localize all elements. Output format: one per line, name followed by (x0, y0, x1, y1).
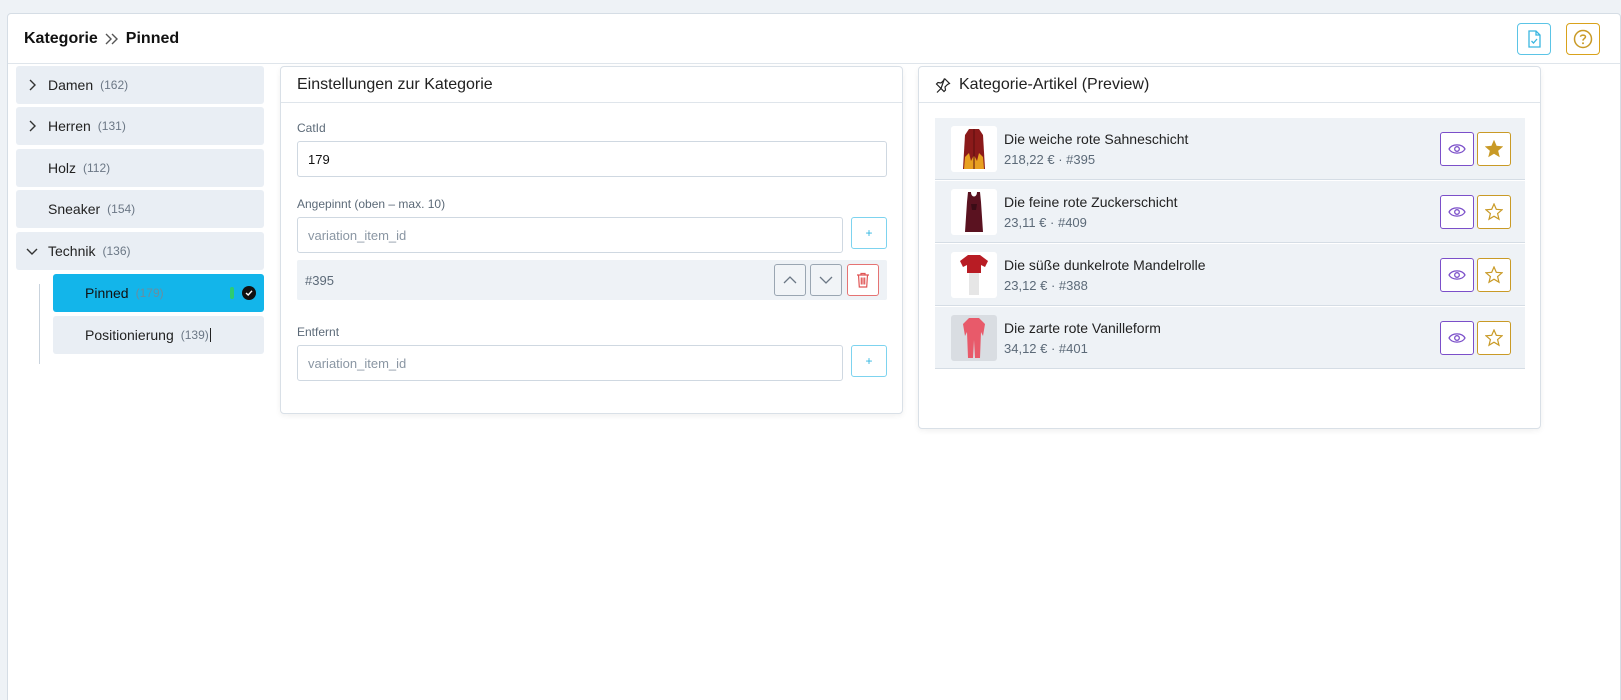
check-circle-icon (242, 286, 256, 300)
tree-child-positionierung[interactable]: Positionierung (139) (53, 316, 264, 354)
list-item: Die feine rote Zuckerschicht 23,11 € · #… (935, 181, 1525, 243)
preview-panel: Kategorie-Artikel (Preview) Die weiche r… (918, 66, 1541, 429)
breadcrumb-parent[interactable]: Kategorie (24, 30, 98, 48)
product-meta: 23,11 € · #409 (1004, 215, 1087, 230)
product-name: Die süße dunkelrote Mandelrolle (1004, 257, 1206, 273)
star-button[interactable] (1477, 258, 1511, 292)
eye-icon (1448, 270, 1466, 280)
tree-node-count: (112) (83, 161, 111, 175)
product-name: Die zarte rote Vanilleform (1004, 320, 1161, 336)
tree-child-count: (179) (135, 286, 164, 300)
chevron-down-icon[interactable] (24, 243, 40, 259)
settings-title: Einstellungen zur Kategorie (281, 67, 902, 103)
view-button[interactable] (1440, 132, 1474, 166)
jumpsuit-image (963, 318, 985, 358)
preview-header: Kategorie-Artikel (Preview) (919, 67, 1540, 103)
tree-child-label: Positionierung (85, 327, 174, 343)
tree-node-label: Damen (48, 77, 94, 93)
page-header: Kategorie Pinned (8, 14, 1620, 64)
eye-icon (1448, 144, 1466, 154)
product-meta: 218,22 € · #395 (1004, 152, 1096, 167)
tree-child-label: Pinned (85, 285, 129, 301)
help-button[interactable] (1566, 23, 1600, 55)
tree-node-technik[interactable]: Technik (136) (16, 232, 264, 270)
tree-node-label: Technik (48, 243, 96, 259)
star-button[interactable] (1477, 321, 1511, 355)
tree-node-count: (136) (102, 244, 131, 258)
star-button[interactable] (1477, 132, 1511, 166)
product-meta: 23,12 € · #388 (1004, 278, 1088, 293)
document-check-icon (1528, 30, 1541, 48)
chevron-right-icon[interactable] (24, 118, 40, 134)
add-removed-button[interactable]: + (851, 345, 887, 377)
question-circle-icon (1573, 29, 1593, 49)
tree-node-holz[interactable]: Holz (112) (16, 149, 264, 187)
removed-input[interactable]: variation_item_id (297, 345, 843, 381)
pinned-input[interactable]: variation_item_id (297, 217, 843, 253)
pinned-item-id: #395 (305, 272, 334, 288)
catid-field[interactable]: 179 (297, 141, 887, 177)
breadcrumb-separator-icon (104, 33, 120, 45)
chevron-down-icon (819, 276, 833, 284)
catid-label: CatId (297, 121, 326, 135)
product-thumbnail (951, 252, 997, 298)
star-outline-icon (1485, 203, 1503, 221)
pinned-label: Angepinnt (oben – max. 10) (297, 197, 446, 211)
cropped-shirt-image (960, 255, 988, 295)
star-filled-icon (1485, 140, 1503, 158)
product-name: Die feine rote Zuckerschicht (1004, 194, 1178, 210)
pinned-item-row: #395 (297, 260, 887, 300)
product-meta: 34,12 € · #401 (1004, 341, 1088, 356)
view-button[interactable] (1440, 258, 1474, 292)
eye-icon (1448, 333, 1466, 343)
product-thumbnail (951, 126, 997, 172)
status-indicator (230, 287, 234, 299)
product-name: Die weiche rote Sahneschicht (1004, 131, 1189, 147)
tree-node-label: Holz (48, 160, 77, 176)
pin-icon (935, 77, 951, 93)
text-cursor (209, 328, 211, 342)
chevron-up-icon (783, 276, 797, 284)
tree-guide-line (39, 284, 40, 364)
move-down-button[interactable] (810, 264, 842, 296)
view-button[interactable] (1440, 321, 1474, 355)
view-button[interactable] (1440, 195, 1474, 229)
tree-child-pinned[interactable]: Pinned (179) (53, 274, 264, 312)
robe-image (963, 129, 985, 169)
tree-node-herren[interactable]: Herren (131) (16, 107, 264, 145)
tree-node-sneaker[interactable]: Sneaker (154) (16, 190, 264, 228)
tree-node-count: (162) (100, 78, 129, 92)
preview-title: Kategorie-Artikel (Preview) (959, 75, 1150, 93)
eye-icon (1448, 207, 1466, 217)
document-check-button[interactable] (1517, 23, 1551, 55)
product-thumbnail (951, 315, 997, 361)
list-item: Die süße dunkelrote Mandelrolle 23,12 € … (935, 244, 1525, 306)
list-item: Die weiche rote Sahneschicht 218,22 € · … (935, 118, 1525, 180)
chevron-right-icon[interactable] (24, 77, 40, 93)
breadcrumb: Kategorie Pinned (24, 30, 179, 48)
product-thumbnail (951, 189, 997, 235)
trash-icon (857, 272, 869, 288)
tree-node-label: Herren (48, 118, 91, 134)
tree-node-damen[interactable]: Damen (162) (16, 66, 264, 104)
delete-button[interactable] (847, 264, 879, 296)
star-outline-icon (1485, 266, 1503, 284)
removed-label: Entfernt (297, 325, 340, 339)
settings-panel: Einstellungen zur Kategorie CatId 179 An… (280, 66, 903, 414)
add-pinned-button[interactable]: + (851, 217, 887, 249)
tree-node-count: (154) (107, 202, 136, 216)
tree-node-count: (131) (97, 119, 126, 133)
breadcrumb-current: Pinned (125, 30, 180, 47)
tree-node-label: Sneaker (48, 201, 101, 217)
move-up-button[interactable] (774, 264, 806, 296)
list-item: Die zarte rote Vanilleform 34,12 € · #40… (935, 307, 1525, 369)
star-outline-icon (1485, 329, 1503, 347)
star-button[interactable] (1477, 195, 1511, 229)
tank-top-image (965, 192, 983, 232)
tree-child-count: (139) (180, 328, 209, 342)
